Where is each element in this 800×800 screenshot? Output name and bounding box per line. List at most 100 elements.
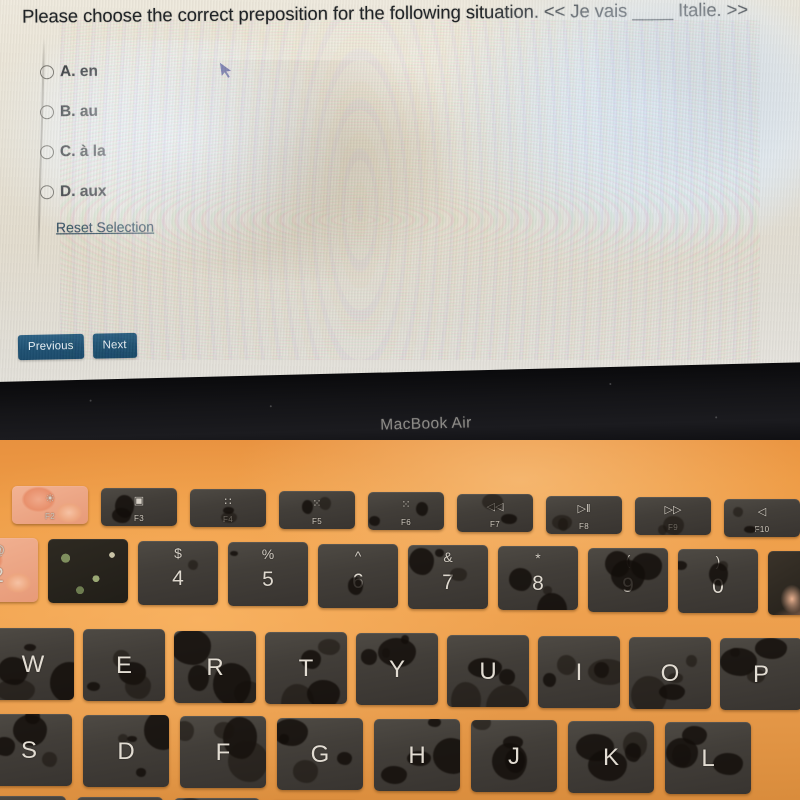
- navigation-buttons: Previous Next: [17, 332, 137, 361]
- key-bottom-row[interactable]: [0, 796, 66, 800]
- key-p[interactable]: P: [720, 638, 800, 711]
- key-grime: [730, 647, 741, 658]
- key-d[interactable]: D: [83, 715, 169, 788]
- radio-button-d[interactable]: [39, 185, 55, 200]
- previous-button[interactable]: Previous: [17, 333, 84, 361]
- bezel-dust-speck: [269, 405, 272, 408]
- key-7[interactable]: & 7: [408, 545, 488, 609]
- macbook-air-label: MacBook Air: [380, 414, 472, 434]
- play-pause-icon: ▷‖: [577, 502, 591, 515]
- key-i[interactable]: I: [538, 635, 620, 708]
- key-8[interactable]: * 8: [498, 546, 578, 611]
- key-number: 9: [622, 573, 634, 597]
- key-letter: G: [310, 740, 330, 768]
- key-l[interactable]: L: [665, 722, 751, 795]
- key-f2[interactable]: ☀ F2: [12, 486, 88, 524]
- next-button[interactable]: Next: [92, 332, 137, 359]
- key-letter: L: [701, 745, 715, 773]
- keyboard-backlight-down-icon: ⁙: [312, 497, 322, 510]
- key-f[interactable]: F: [180, 716, 266, 789]
- key-grime: [213, 722, 234, 740]
- fn-key-label: F7: [490, 520, 500, 529]
- option-d-label: D. aux: [59, 182, 107, 201]
- key-grime: [472, 720, 491, 731]
- option-b-label: B. au: [59, 102, 98, 121]
- key-2[interactable]: @2: [0, 538, 38, 602]
- key-grime: [281, 684, 315, 704]
- radio-button-b[interactable]: [39, 105, 55, 120]
- key-g[interactable]: G: [277, 717, 363, 790]
- key-f9[interactable]: ▷▷ F9: [635, 497, 711, 536]
- option-c[interactable]: C. à la: [39, 132, 107, 173]
- key-f3[interactable]: ▣ F3: [101, 487, 177, 526]
- key-r[interactable]: R: [174, 630, 256, 703]
- key-number: 2: [0, 564, 38, 588]
- key-symbol: $: [174, 544, 182, 561]
- option-b[interactable]: B. au: [39, 92, 107, 133]
- key-f5[interactable]: ⁙ F5: [279, 490, 355, 529]
- key-j[interactable]: J: [471, 720, 557, 792]
- key-letter: K: [602, 744, 619, 772]
- key-4[interactable]: $4: [138, 540, 218, 605]
- fn-key-label: F6: [401, 518, 411, 528]
- key-e[interactable]: E: [83, 629, 165, 702]
- key-letter: E: [115, 652, 132, 680]
- key-grime: [485, 685, 528, 707]
- key-letter: O: [660, 660, 680, 688]
- key-k[interactable]: K: [568, 721, 654, 794]
- option-a[interactable]: A. en: [39, 52, 107, 93]
- fn-key-label: F8: [579, 521, 589, 531]
- key-o[interactable]: O: [629, 637, 711, 710]
- key-symbol: (: [625, 551, 631, 568]
- key-9[interactable]: (9: [588, 547, 668, 612]
- key-f6[interactable]: ⁙ F6: [368, 492, 444, 531]
- key-letter: U: [479, 657, 497, 685]
- key-letter: H: [408, 741, 426, 769]
- key-symbol: *: [535, 550, 541, 567]
- radio-button-c[interactable]: [39, 145, 55, 160]
- key-0[interactable]: ) 0: [678, 549, 758, 614]
- fast-forward-icon: ▷▷: [664, 504, 682, 517]
- option-a-label: A. en: [59, 62, 98, 81]
- key-grime: [87, 681, 101, 691]
- key-number: 0: [712, 575, 724, 599]
- key-sticker-9[interactable]: [768, 550, 800, 615]
- mouse-cursor-icon: [218, 59, 235, 86]
- key-grime: [25, 714, 40, 724]
- key-grime: [754, 638, 788, 659]
- key-h[interactable]: H: [374, 718, 460, 791]
- key-letter: W: [21, 651, 45, 678]
- key-number: 7: [442, 571, 454, 594]
- radio-button-a[interactable]: [39, 65, 55, 80]
- key-number: 4: [172, 566, 184, 590]
- option-d[interactable]: D. aux: [39, 172, 107, 213]
- key-f7[interactable]: ◁◁ F7: [457, 494, 533, 532]
- reset-selection-link[interactable]: Reset Selection: [56, 219, 154, 236]
- key-letter: S: [20, 737, 37, 764]
- key-f4[interactable]: ∷ F4: [190, 489, 266, 528]
- key-f10[interactable]: ◁ F10: [724, 498, 800, 537]
- answer-options-list: A. en B. au C. à la D. aux: [39, 52, 107, 213]
- key-symbol: ^: [354, 547, 362, 564]
- key-letter: J: [508, 743, 520, 770]
- bezel-dust-speck: [715, 416, 718, 419]
- key-number: 6: [352, 569, 364, 593]
- launchpad-icon: ∷: [224, 496, 232, 509]
- key-letter: D: [117, 738, 135, 766]
- key-letter: F: [215, 739, 231, 767]
- key-w[interactable]: W: [0, 628, 74, 700]
- key-symbol: ): [715, 553, 721, 570]
- key-symbol: @: [0, 542, 38, 558]
- key-u[interactable]: U: [447, 634, 529, 707]
- key-y[interactable]: Y: [356, 633, 438, 706]
- key-grime: [400, 634, 409, 644]
- key-t[interactable]: T: [265, 631, 347, 704]
- key-5[interactable]: % 5: [228, 542, 308, 607]
- keyboard-backlight-up-icon: ⁙: [401, 499, 411, 512]
- key-sticker-1[interactable]: [48, 539, 128, 604]
- mute-icon: ◁: [757, 505, 767, 518]
- rewind-icon: ◁◁: [486, 501, 504, 513]
- key-s[interactable]: S: [0, 714, 72, 786]
- key-6[interactable]: ^ 6: [318, 543, 398, 608]
- key-f8[interactable]: ▷‖ F8: [546, 495, 622, 534]
